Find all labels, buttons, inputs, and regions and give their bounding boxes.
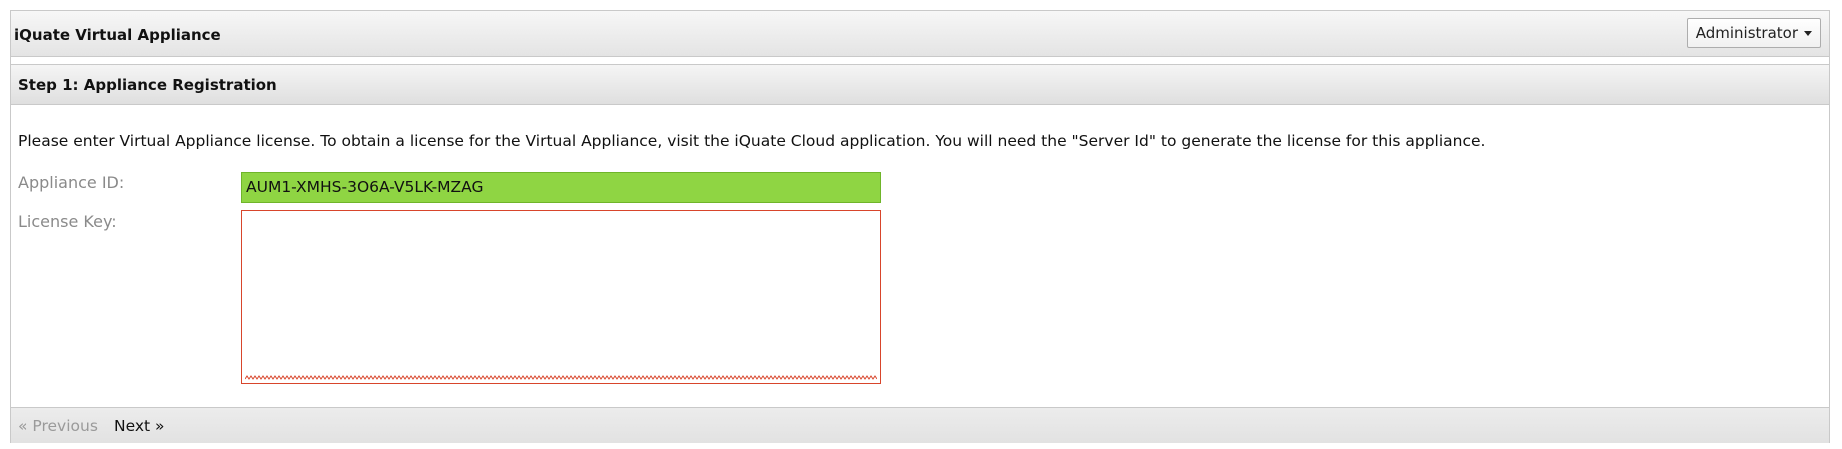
app-header: iQuate Virtual Appliance Administrator: [11, 11, 1829, 57]
app-frame: iQuate Virtual Appliance Administrator S…: [10, 10, 1830, 443]
caret-down-icon: [1804, 31, 1812, 36]
license-key-label: License Key:: [18, 212, 117, 231]
wizard-footer: « Previous Next »: [11, 408, 1829, 443]
step-title: Step 1: Appliance Registration: [18, 76, 277, 94]
spellcheck-squiggle: [245, 375, 877, 380]
user-menu-label: Administrator: [1695, 24, 1798, 42]
step-header: Step 1: Appliance Registration: [11, 65, 1829, 105]
appliance-id-label: Appliance ID:: [18, 173, 125, 192]
previous-button[interactable]: « Previous: [18, 417, 98, 435]
app-title: iQuate Virtual Appliance: [14, 26, 221, 44]
instructions-text: Please enter Virtual Appliance license. …: [18, 132, 1486, 150]
license-key-input[interactable]: [241, 210, 881, 384]
next-button[interactable]: Next »: [114, 417, 165, 435]
registration-panel: Step 1: Appliance Registration Please en…: [11, 64, 1829, 408]
user-menu-button[interactable]: Administrator: [1686, 18, 1821, 48]
appliance-id-field[interactable]: AUM1-XMHS-3O6A-V5LK-MZAG: [241, 172, 881, 203]
